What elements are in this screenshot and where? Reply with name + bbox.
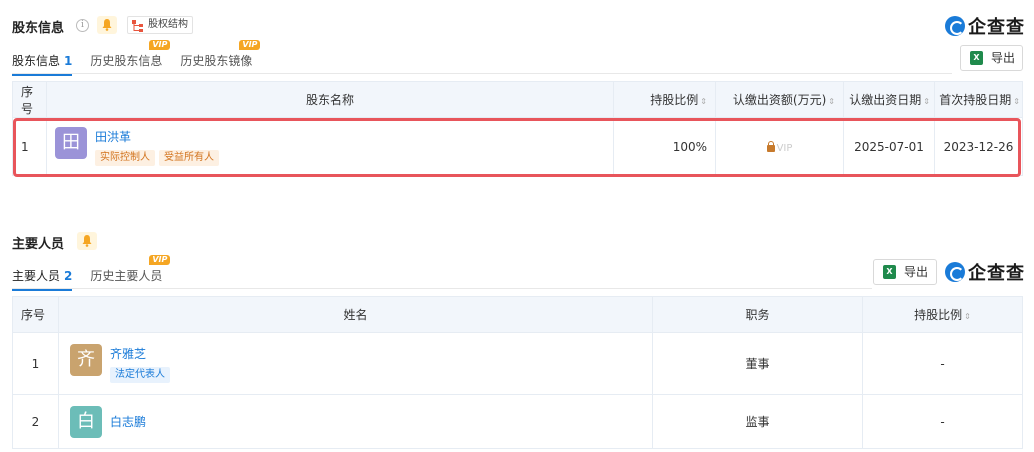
capital-vip-lock: VIP xyxy=(766,140,793,154)
tab-divider xyxy=(12,288,872,289)
table-row: 2 白 白志鹏 监事 - xyxy=(12,394,1023,449)
export-label: 导出 xyxy=(904,265,929,279)
vip-badge: VIP xyxy=(149,255,171,265)
col-header-ratio[interactable]: 持股比例 ⇕ xyxy=(613,81,716,118)
tab-label: 股东信息 xyxy=(12,54,61,68)
sort-icon: ⇕ xyxy=(923,97,930,106)
col-header-subscribe-date[interactable]: 认缴出资日期 ⇕ xyxy=(843,81,935,118)
export-button[interactable]: X 导出 xyxy=(873,259,937,285)
row-index: 1 xyxy=(12,332,59,395)
position-value: 监事 xyxy=(652,394,863,449)
col-header-name: 股东名称 xyxy=(46,81,614,118)
col-header-subscribe-date-label: 认缴出资日期 xyxy=(849,93,922,107)
table-header-row: 序号 股东名称 持股比例 ⇕ 认缴出资额(万元) ⇕ 认缴出资日期 ⇕ 首次持股日期 ⇕ xyxy=(12,81,1023,118)
ratio-value: 100% xyxy=(613,117,716,176)
vip-badge: VIP xyxy=(239,40,261,50)
person-name-link[interactable]: 白志鹏 xyxy=(70,406,644,438)
tab-count: 1 xyxy=(64,54,73,68)
col-header-index: 序号 xyxy=(12,296,59,333)
col-header-first-hold-date[interactable]: 首次持股日期 ⇕ xyxy=(934,81,1023,118)
row-index: 2 xyxy=(12,394,59,449)
qichacha-logo-icon xyxy=(945,16,965,36)
lock-icon xyxy=(766,140,775,152)
avatar: 田 xyxy=(55,127,87,159)
sort-icon: ⇕ xyxy=(828,97,835,106)
personnel-title: 主要人员 xyxy=(12,237,65,252)
personnel-table: 序号 姓名 职务 持股比例 ⇕ 1 齐 齐雅芝 法定代表人 董事 - 2 白 白志… xyxy=(12,296,1023,449)
first-hold-date: 2023-12-26 xyxy=(934,117,1023,176)
bell-icon[interactable] xyxy=(77,232,97,250)
row-index: 1 xyxy=(12,117,47,176)
avatar: 白 xyxy=(70,405,102,438)
sort-icon: ⇕ xyxy=(700,97,707,106)
avatar: 齐 xyxy=(70,344,102,376)
ratio-value: - xyxy=(862,332,1023,395)
subscribe-date: 2025-07-01 xyxy=(843,117,935,176)
logo-text: 企查查 xyxy=(968,263,1025,284)
table-row: 1 田 田洪革 实际控制人 受益所有人 100% VIP 2025-07-01 2… xyxy=(12,117,1023,176)
beneficial-owner-badge[interactable]: 受益所有人 xyxy=(159,150,219,166)
table-row: 1 齐 齐雅芝 法定代表人 董事 - xyxy=(12,332,1023,395)
col-header-ratio-label: 持股比例 xyxy=(650,93,699,107)
excel-icon: X xyxy=(970,51,983,65)
tab-label: 历史股东镜像 xyxy=(180,54,253,68)
shareholder-cell: 田 田洪革 实际控制人 受益所有人 xyxy=(46,117,614,176)
sort-icon: ⇕ xyxy=(964,312,971,321)
info-icon[interactable]: i xyxy=(76,19,89,32)
shareholders-table: 序号 股东名称 持股比例 ⇕ 认缴出资额(万元) ⇕ 认缴出资日期 ⇕ 首次持股日期 ⇕… xyxy=(12,81,1023,176)
sort-icon: ⇕ xyxy=(1013,97,1020,106)
ratio-value: - xyxy=(862,394,1023,449)
bell-icon[interactable] xyxy=(97,16,117,34)
capital-vip-cell[interactable]: VIP xyxy=(715,117,844,176)
tab-divider xyxy=(12,73,952,74)
equity-structure-button[interactable]: 股权结构 xyxy=(127,16,193,34)
col-header-capital-label: 认缴出资额(万元) xyxy=(732,93,827,107)
legal-representative-badge[interactable]: 法定代表人 xyxy=(110,367,170,383)
shareholder-name-link[interactable]: 田洪革 xyxy=(55,128,605,145)
tab-label: 历史主要人员 xyxy=(90,269,163,283)
vip-label: VIP xyxy=(776,142,793,154)
export-button[interactable]: X 导出 xyxy=(960,45,1023,71)
person-name-link[interactable]: 齐雅芝 xyxy=(70,345,644,362)
export-label: 导出 xyxy=(991,51,1016,65)
col-header-capital[interactable]: 认缴出资额(万元) ⇕ xyxy=(715,81,844,118)
col-header-index: 序号 xyxy=(12,81,47,118)
col-header-position: 职务 xyxy=(652,296,863,333)
equity-structure-label: 股权结构 xyxy=(148,19,188,30)
col-header-ratio[interactable]: 持股比例 ⇕ xyxy=(862,296,1023,333)
actual-controller-badge[interactable]: 实际控制人 xyxy=(95,150,155,166)
qichacha-logo: 企查查 xyxy=(945,14,1025,38)
col-header-ratio-label: 持股比例 xyxy=(914,308,963,322)
vip-badge: VIP xyxy=(149,40,171,50)
position-value: 董事 xyxy=(652,332,863,395)
qichacha-logo-icon xyxy=(945,262,965,282)
col-header-name: 姓名 xyxy=(58,296,653,333)
tab-label: 历史股东信息 xyxy=(90,54,163,68)
tab-label: 主要人员 xyxy=(12,269,61,283)
person-cell: 白 白志鹏 xyxy=(58,394,653,449)
qichacha-logo: 企查查 xyxy=(945,260,1025,284)
logo-text: 企查查 xyxy=(968,17,1025,38)
person-cell: 齐 齐雅芝 法定代表人 xyxy=(58,332,653,395)
shareholders-title: 股东信息 xyxy=(12,21,65,36)
col-header-first-hold-date-label: 首次持股日期 xyxy=(939,93,1012,107)
excel-icon: X xyxy=(883,265,896,279)
table-header-row: 序号 姓名 职务 持股比例 ⇕ xyxy=(12,296,1023,333)
tab-count: 2 xyxy=(64,269,73,283)
